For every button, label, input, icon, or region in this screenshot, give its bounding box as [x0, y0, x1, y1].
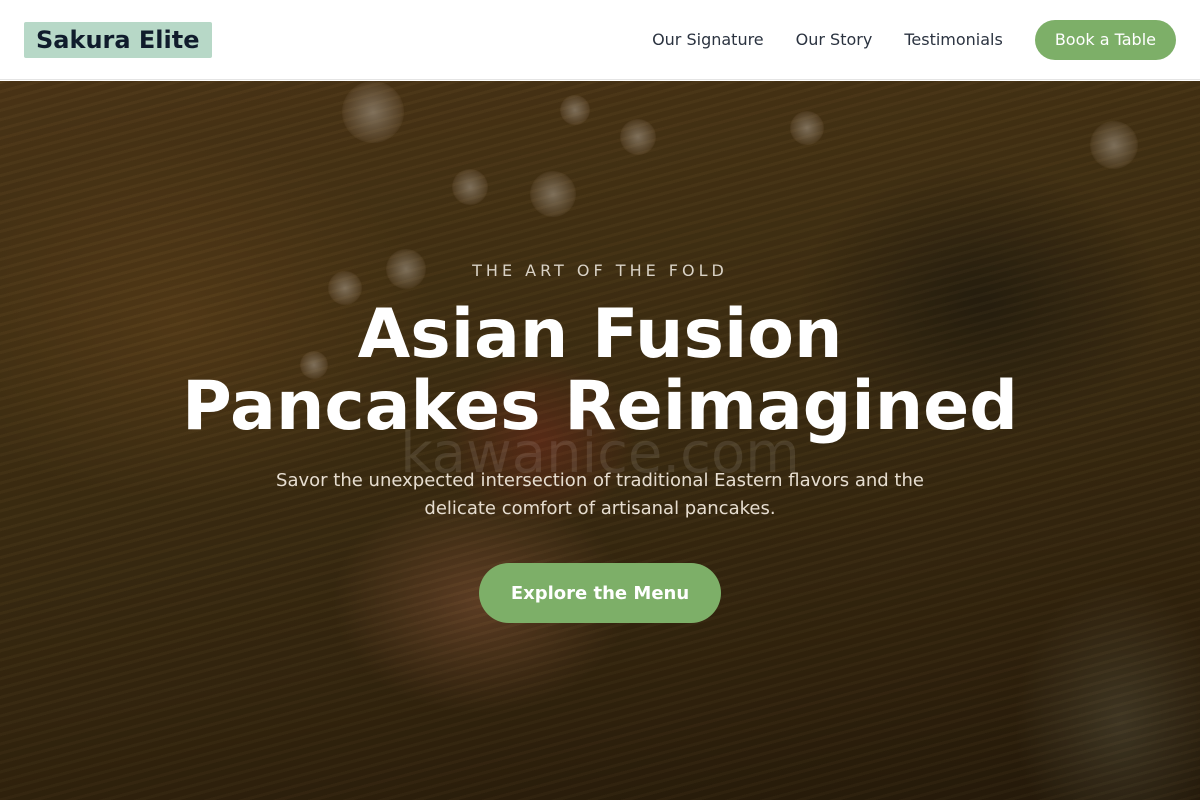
hero-section: THE ART OF THE FOLD Asian Fusion Pancake… [0, 81, 1200, 800]
brand-logo[interactable]: Sakura Elite [24, 21, 212, 58]
nav-link-testimonials[interactable]: Testimonials [904, 30, 1003, 49]
main-nav: Our Signature Our Story Testimonials Boo… [652, 19, 1176, 60]
nav-link-our-signature[interactable]: Our Signature [652, 30, 764, 49]
nav-link-our-story[interactable]: Our Story [796, 30, 873, 49]
hero-eyebrow: THE ART OF THE FOLD [472, 261, 728, 280]
hero-subtitle-line-2: delicate comfort of artisanal pancakes. [424, 498, 776, 519]
site-header: Sakura Elite Our Signature Our Story Tes… [0, 0, 1200, 80]
hero-subtitle: Savor the unexpected intersection of tra… [270, 467, 930, 523]
hero-content: THE ART OF THE FOLD Asian Fusion Pancake… [0, 81, 1200, 800]
book-table-button[interactable]: Book a Table [1034, 19, 1176, 60]
explore-menu-button[interactable]: Explore the Menu [479, 563, 721, 623]
hero-subtitle-line-1: Savor the unexpected intersection of tra… [276, 470, 924, 491]
hero-title-line-1: Asian Fusion [357, 295, 843, 374]
